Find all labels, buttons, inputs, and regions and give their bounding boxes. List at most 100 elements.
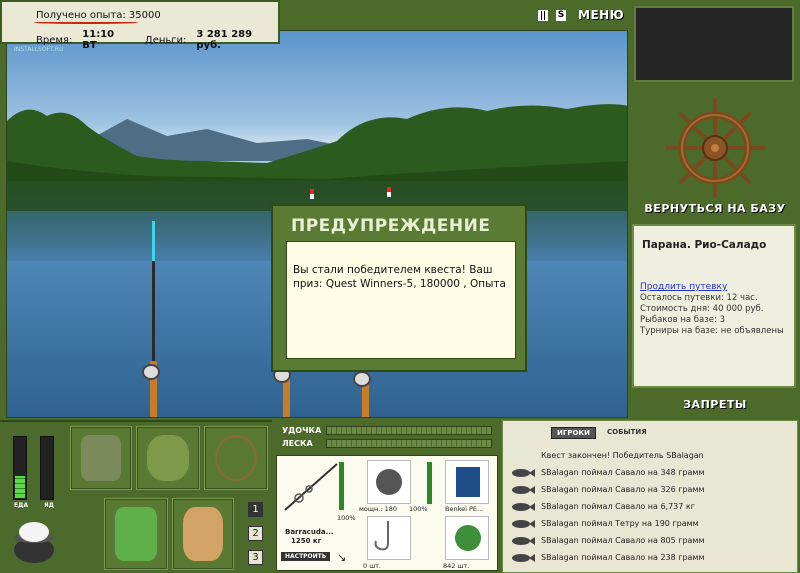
rod-tension-bar [326, 426, 492, 435]
inventory-page-2[interactable]: 2 [248, 526, 263, 541]
events-panel: ИГРОКИ СОБЫТИЯ Квест закончен! Победител… [502, 420, 798, 573]
event-text: Квест закончен! Победитель SBalagan [541, 451, 704, 460]
event-text: SBalagan поймал Савало на 6,737 кг [541, 502, 695, 511]
tab-players[interactable]: ИГРОКИ [551, 427, 596, 439]
event-row: Квест закончен! Победитель SBalagan [511, 447, 795, 464]
poison-meter [40, 436, 54, 500]
rod-icon [284, 463, 338, 511]
rod-durability-bar [339, 462, 344, 510]
bag-icon [147, 435, 189, 481]
tournaments-status: Турниры на базе: не объявлены [640, 326, 784, 336]
reel-slot[interactable] [367, 460, 411, 504]
fish-icon [512, 502, 535, 511]
inventory-slot-bag[interactable] [136, 426, 200, 490]
event-text: SBalagan поймал Савало на 348 грамм [541, 468, 705, 477]
bans-button[interactable]: ЗАПРЕТЫ [630, 398, 800, 411]
ship-wheel-icon[interactable] [630, 90, 800, 220]
hook-icon [374, 521, 389, 551]
food-meter [13, 436, 27, 500]
reel-3 [353, 371, 371, 387]
fishers-count: Рыбаков на базе: 3 [640, 315, 725, 325]
location-info-panel: Парана. Рио-Саладо Продлить путевку Оста… [632, 224, 796, 388]
inventory-page-3[interactable]: 3 [248, 550, 263, 565]
time-label: Время: [36, 34, 73, 46]
reel-1 [142, 364, 160, 380]
line-spool-slot[interactable] [445, 460, 489, 504]
food-label: ЕДА [14, 502, 29, 509]
inventory-page-1[interactable]: 1 [248, 502, 263, 517]
pause-icon[interactable] [538, 10, 548, 21]
dialog-message: Вы стали победителем квеста! Ваш приз: Q… [293, 264, 506, 290]
inventory-slot-bucket[interactable] [172, 498, 234, 570]
sound-icon[interactable]: S [556, 10, 566, 21]
bait-count: 842 шт. [443, 562, 470, 570]
money-value: 3 281 289 руб. [196, 29, 253, 51]
menu-button[interactable]: МЕНЮ [578, 8, 624, 22]
landing-net-icon [215, 435, 257, 481]
tab-events[interactable]: СОБЫТИЯ [602, 427, 652, 439]
fish-icon [512, 536, 535, 545]
warning-dialog[interactable]: ПРЕДУПРЕЖДЕНИЕ Вы стали победителем квес… [271, 204, 527, 372]
bucket-icon [183, 507, 223, 561]
line-spool-icon [456, 467, 480, 497]
rod-percent: 100% [337, 514, 356, 522]
inventory-panel: ЕДА ЯД 1 2 3 [0, 420, 272, 573]
event-row: SBalagan поймал Савало на 348 грамм [511, 464, 795, 481]
time-money-row: Время: 11:10 ВТ Деньги: 3 281 289 руб. [36, 29, 278, 51]
float-1 [310, 189, 314, 199]
watermark: INSTALLSOFT.RU [14, 46, 64, 53]
food-pot-icon[interactable] [10, 514, 58, 564]
tackle-box-icon [81, 435, 121, 481]
arrow-icon[interactable]: ↘ [337, 551, 346, 564]
event-row: SBalagan поймал Савало на 805 грамм [511, 532, 795, 549]
float-2 [387, 187, 391, 197]
inventory-slot-food-basket[interactable] [104, 498, 168, 570]
rod-weight: 1250 кг [291, 537, 322, 545]
return-to-base-button[interactable]: ВЕРНУТЬСЯ НА БАЗУ [630, 202, 800, 215]
reel-percent: 100% [409, 505, 428, 513]
event-row: SBalagan поймал Савало на 6,737 кг [511, 498, 795, 515]
dialog-title: ПРЕДУПРЕЖДЕНИЕ [291, 216, 491, 236]
money-label: Деньги: [144, 34, 187, 46]
extend-pass-link[interactable]: Продлить путевку [640, 282, 727, 292]
minimap[interactable] [634, 6, 794, 82]
event-text: SBalagan поймал Савало на 326 грамм [541, 485, 705, 494]
event-row: SBalagan поймал Тетру на 190 грамм [511, 515, 795, 532]
xp-row: Получено опыта: 35000 [36, 10, 161, 21]
event-text: SBalagan поймал Савало на 238 грамм [541, 553, 705, 562]
tackle-panel: Barracuda... 1250 кг 100% НАСТРОИТЬ ↘ мо… [276, 455, 498, 571]
bait-icon [452, 521, 484, 555]
setup-button[interactable]: НАСТРОИТЬ [281, 552, 331, 561]
line-tension-bar [326, 439, 492, 448]
event-text: SBalagan поймал Тетру на 190 грамм [541, 519, 699, 528]
tackle-bars: УДОЧКА ЛЕСКА [276, 422, 498, 452]
food-meter-fill [15, 476, 25, 498]
poison-label: ЯД [44, 502, 54, 509]
dialog-message-box: Вы стали победителем квеста! Ваш приз: Q… [286, 241, 516, 359]
hooks-count: 0 шт. [363, 562, 382, 570]
rod-label: УДОЧКА [282, 426, 322, 435]
xp-underline-annotation [34, 21, 138, 24]
food-basket-icon [115, 507, 157, 561]
fish-icon [512, 485, 535, 494]
xp-value: 35000 [128, 10, 161, 21]
pass-remaining: Осталось путевки: 12 час. [640, 293, 758, 303]
xp-label: Получено опыта: [36, 10, 126, 21]
bait-slot[interactable] [445, 516, 489, 560]
day-cost: Стоимость дня: 40 000 руб. [640, 304, 764, 314]
fish-icon [512, 553, 535, 562]
player-hud: Получено опыта: 35000 Время: 11:10 ВТ Де… [0, 0, 280, 51]
game-window: Получено опыта: 35000 Время: 11:10 ВТ Де… [0, 0, 800, 573]
inventory-slot-tackle-box[interactable] [70, 426, 132, 490]
event-row: SBalagan поймал Савало на 326 грамм [511, 481, 795, 498]
time-value: 11:10 ВТ [82, 29, 115, 51]
rod-tip-1 [152, 221, 155, 261]
reel-power: мощн.: 180 [359, 505, 397, 513]
event-text: SBalagan поймал Савало на 805 грамм [541, 536, 705, 545]
events-tabs: ИГРОКИ СОБЫТИЯ [551, 427, 652, 439]
hook-slot[interactable] [367, 516, 411, 560]
inventory-slot-landing-net[interactable] [204, 426, 268, 490]
location-name: Парана. Рио-Саладо [642, 239, 767, 251]
event-row: SBalagan поймал Савало на 238 грамм [511, 549, 795, 566]
fish-icon [512, 519, 535, 528]
